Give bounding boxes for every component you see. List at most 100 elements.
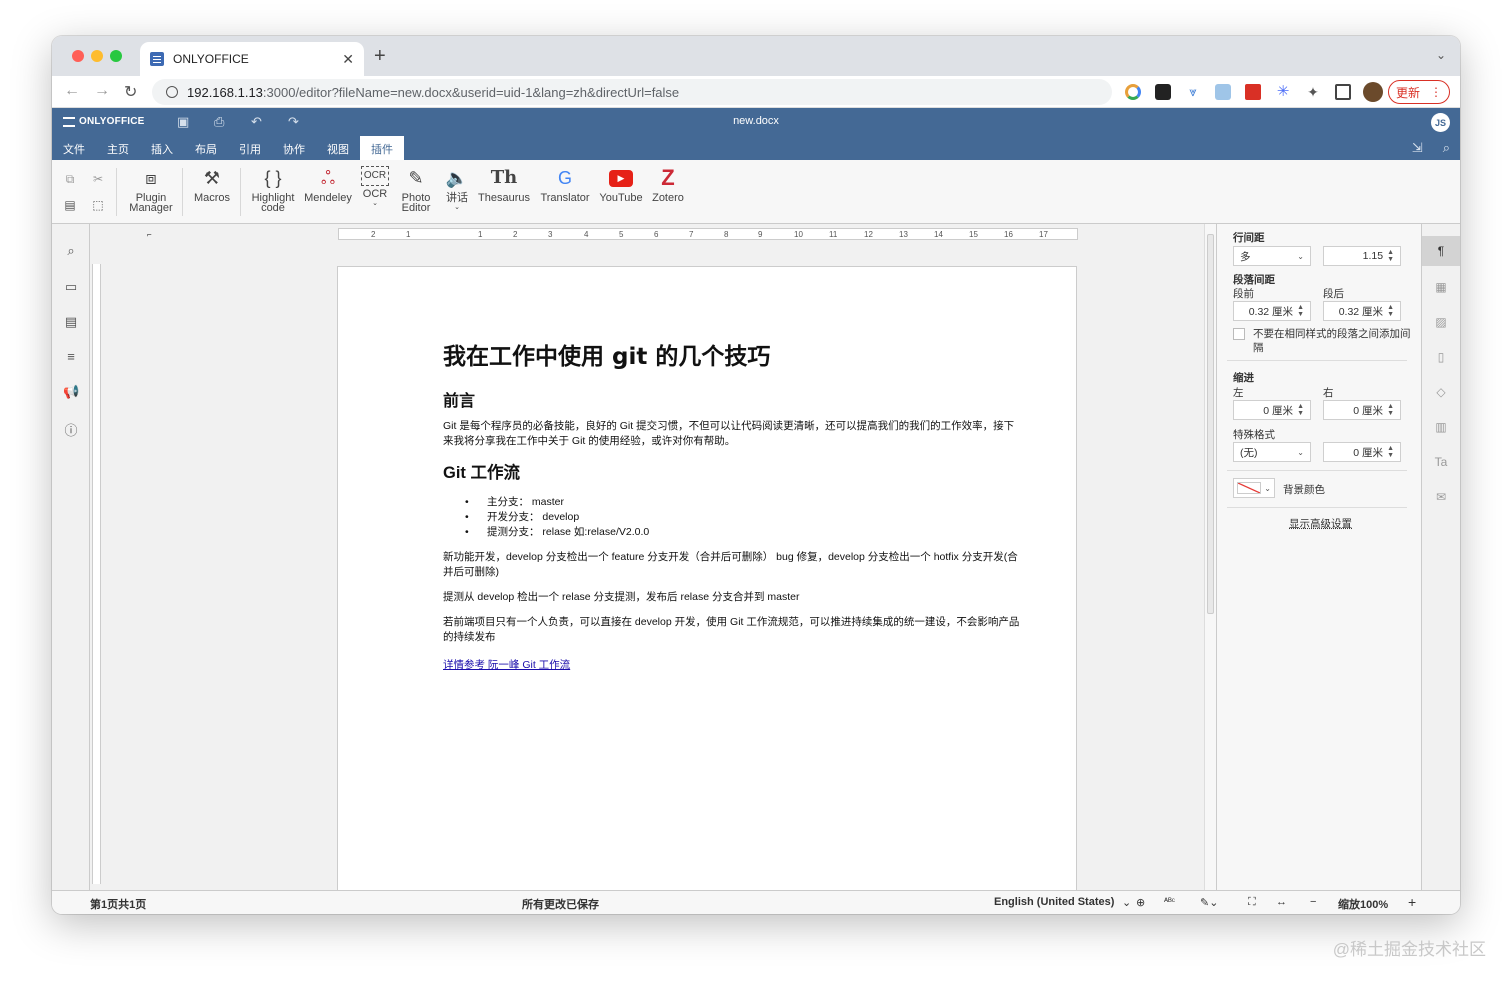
user-avatar[interactable]: JS xyxy=(1431,113,1450,132)
vertical-scrollbar[interactable] xyxy=(1204,224,1216,890)
menu-collaboration[interactable]: 协作 xyxy=(272,136,316,160)
zoom-out-icon[interactable]: − xyxy=(1310,896,1316,908)
paragraph-settings-icon[interactable]: ¶ xyxy=(1422,236,1460,266)
spacing-before-input[interactable]: 0.32 厘米 ▲ ▼ xyxy=(1233,301,1311,321)
fit-page-icon[interactable]: ⛶ xyxy=(1248,896,1256,909)
chart-settings-icon[interactable]: ▥ xyxy=(1433,420,1449,436)
language-select[interactable]: English (United States) xyxy=(994,896,1114,908)
extensions-puzzle-icon[interactable]: ✦ xyxy=(1305,84,1321,100)
minimize-window-button[interactable] xyxy=(91,50,103,62)
new-tab-icon[interactable]: + xyxy=(374,46,386,66)
chat-icon[interactable]: ▤ xyxy=(63,314,79,330)
translator-button[interactable]: G Translator xyxy=(538,166,592,204)
menu-plugins[interactable]: 插件 xyxy=(360,136,404,160)
profile-avatar[interactable] xyxy=(1363,82,1383,102)
extension-snow-icon[interactable]: ✳ xyxy=(1275,84,1291,100)
ocr-icon: OCR xyxy=(360,166,390,186)
mail-merge-icon[interactable]: ✉ xyxy=(1433,490,1449,506)
browser-tab[interactable]: ONLYOFFICE ✕ xyxy=(140,42,364,76)
indent-right-input[interactable]: 0 厘米 ▲ ▼ xyxy=(1323,400,1401,420)
comments-icon[interactable]: ▭ xyxy=(63,279,79,295)
maximize-window-button[interactable] xyxy=(110,50,122,62)
search-icon[interactable]: ⌕ xyxy=(1443,140,1450,156)
thesaurus-button[interactable]: Th Thesaurus xyxy=(476,166,532,204)
close-tab-icon[interactable]: ✕ xyxy=(342,51,354,68)
mendeley-button[interactable]: ஃ Mendeley xyxy=(302,166,354,204)
no-space-checkbox[interactable] xyxy=(1233,328,1245,340)
close-window-button[interactable] xyxy=(72,50,84,62)
url-bar[interactable]: 192.168.1.13:3000/editor?fileName=new.do… xyxy=(152,79,1112,105)
menu-file[interactable]: 文件 xyxy=(52,136,96,160)
workflow-paragraph: 新功能开发，develop 分支检出一个 feature 分支开发（合并后可删除… xyxy=(443,551,1018,578)
advanced-settings-link[interactable]: 显示高级设置 xyxy=(1289,516,1352,531)
special-format-select[interactable]: (无) ⌄ xyxy=(1233,442,1311,462)
line-spacing-value-input[interactable]: 1.15 ▲ ▼ xyxy=(1323,246,1401,266)
document-title: 我在工作中使用 git 的几个技巧 xyxy=(443,344,771,370)
tab-search-icon[interactable]: ⌄ xyxy=(1436,48,1446,62)
page-info[interactable]: 第1页共1页 xyxy=(90,896,146,912)
extension-badge-icon[interactable] xyxy=(1155,84,1171,100)
plugin-manager-button[interactable]: ⧈ Plugin Manager xyxy=(128,166,174,214)
copy-icon[interactable]: ⧉ xyxy=(62,172,78,186)
ruler-number: 2 xyxy=(371,230,376,239)
image-settings-icon[interactable]: ▨ xyxy=(1433,315,1449,331)
special-amount-input[interactable]: 0 厘米 ▲ ▼ xyxy=(1323,442,1401,462)
reload-icon[interactable]: ↻ xyxy=(124,82,137,102)
indent-left-input[interactable]: 0 厘米 ▲ ▼ xyxy=(1233,400,1311,420)
spacing-after-input[interactable]: 0.32 厘米 ▲ ▼ xyxy=(1323,301,1401,321)
extension-fe-icon[interactable] xyxy=(1245,84,1261,100)
document-body[interactable]: 我在工作中使用 git 的几个技巧 前言 Git 是每个程序员的必备技能，良好的… xyxy=(443,337,1023,673)
feedback-icon[interactable]: 📢 xyxy=(63,384,79,400)
spinner-icon: ▲ ▼ xyxy=(1387,403,1394,417)
track-changes-icon[interactable]: ✎⌄ xyxy=(1200,896,1218,909)
reference-link[interactable]: 详情参考 阮一峰 Git 工作流 xyxy=(443,659,570,671)
site-info-icon[interactable] xyxy=(166,86,178,98)
photo-editor-button[interactable]: ✎ Photo Editor xyxy=(396,166,436,214)
menu-view[interactable]: 视图 xyxy=(316,136,360,160)
macros-button[interactable]: ⚒ Macros xyxy=(192,166,232,204)
line-spacing-type-select[interactable]: 多 ⌄ xyxy=(1233,246,1311,266)
horizontal-ruler[interactable]: 2 1 1 2 3 4 5 6 7 8 9 10 11 12 13 14 15 … xyxy=(338,228,1078,240)
extension-chevrons-icon[interactable]: ⩔ xyxy=(1185,84,1201,100)
menu-home[interactable]: 主页 xyxy=(96,136,140,160)
fit-width-icon[interactable]: ↔ xyxy=(1276,896,1287,908)
extension-photo-icon[interactable] xyxy=(1215,84,1231,100)
open-location-icon[interactable]: ⇲ xyxy=(1412,140,1423,156)
forward-icon[interactable]: → xyxy=(94,82,110,100)
navigation-icon[interactable]: ≡ xyxy=(63,349,79,365)
paste-icon[interactable]: ▤ xyxy=(62,198,78,212)
zoom-level[interactable]: 缩放100% xyxy=(1338,896,1388,912)
background-color-label: 背景颜色 xyxy=(1283,484,1325,496)
tab-stop-selector[interactable]: ⌐ xyxy=(147,230,152,239)
menu-layout[interactable]: 布局 xyxy=(184,136,228,160)
ocr-button[interactable]: OCR OCR ⌄ xyxy=(358,166,392,209)
scrollbar-thumb[interactable] xyxy=(1207,234,1214,614)
globe-icon[interactable]: ⊕ xyxy=(1136,896,1145,909)
spellcheck-icon[interactable]: ᴬᴮᶜ xyxy=(1164,896,1175,906)
speech-button[interactable]: 🔈 讲话 ⌄ xyxy=(442,166,472,213)
highlight-code-button[interactable]: { } Highlight code xyxy=(248,166,298,214)
chevron-down-icon[interactable]: ⌄ xyxy=(1122,896,1131,909)
extension-ring-icon[interactable] xyxy=(1125,84,1141,100)
side-panel-icon[interactable] xyxy=(1335,84,1351,100)
background-color-picker[interactable]: ⌄ xyxy=(1233,478,1275,498)
text-art-icon[interactable]: Ta xyxy=(1433,455,1449,471)
menu-insert[interactable]: 插入 xyxy=(140,136,184,160)
header-footer-icon[interactable]: ▯ xyxy=(1433,350,1449,366)
zotero-button[interactable]: Z Zotero xyxy=(650,166,686,204)
zoom-in-icon[interactable]: + xyxy=(1408,894,1416,910)
youtube-button[interactable]: ▶ YouTube xyxy=(596,166,646,204)
select-all-icon[interactable]: ⬚ xyxy=(90,198,106,212)
about-icon[interactable]: ⓘ xyxy=(63,420,79,438)
youtube-label: YouTube xyxy=(599,192,643,204)
shape-settings-icon[interactable]: ◇ xyxy=(1433,385,1449,401)
update-button[interactable]: 更新 ⋮ xyxy=(1388,80,1450,104)
menu-references[interactable]: 引用 xyxy=(228,136,272,160)
photo-editor-label: Photo Editor xyxy=(401,192,431,214)
document-page[interactable]: 我在工作中使用 git 的几个技巧 前言 Git 是每个程序员的必备技能，良好的… xyxy=(337,266,1077,906)
find-icon[interactable]: ⌕ xyxy=(63,243,79,259)
table-settings-icon[interactable]: ▦ xyxy=(1433,280,1449,296)
back-icon[interactable]: ← xyxy=(64,82,80,100)
watermark-text: @稀土掘金技术社区 xyxy=(1332,940,1486,959)
cut-icon[interactable]: ✂ xyxy=(90,172,106,186)
